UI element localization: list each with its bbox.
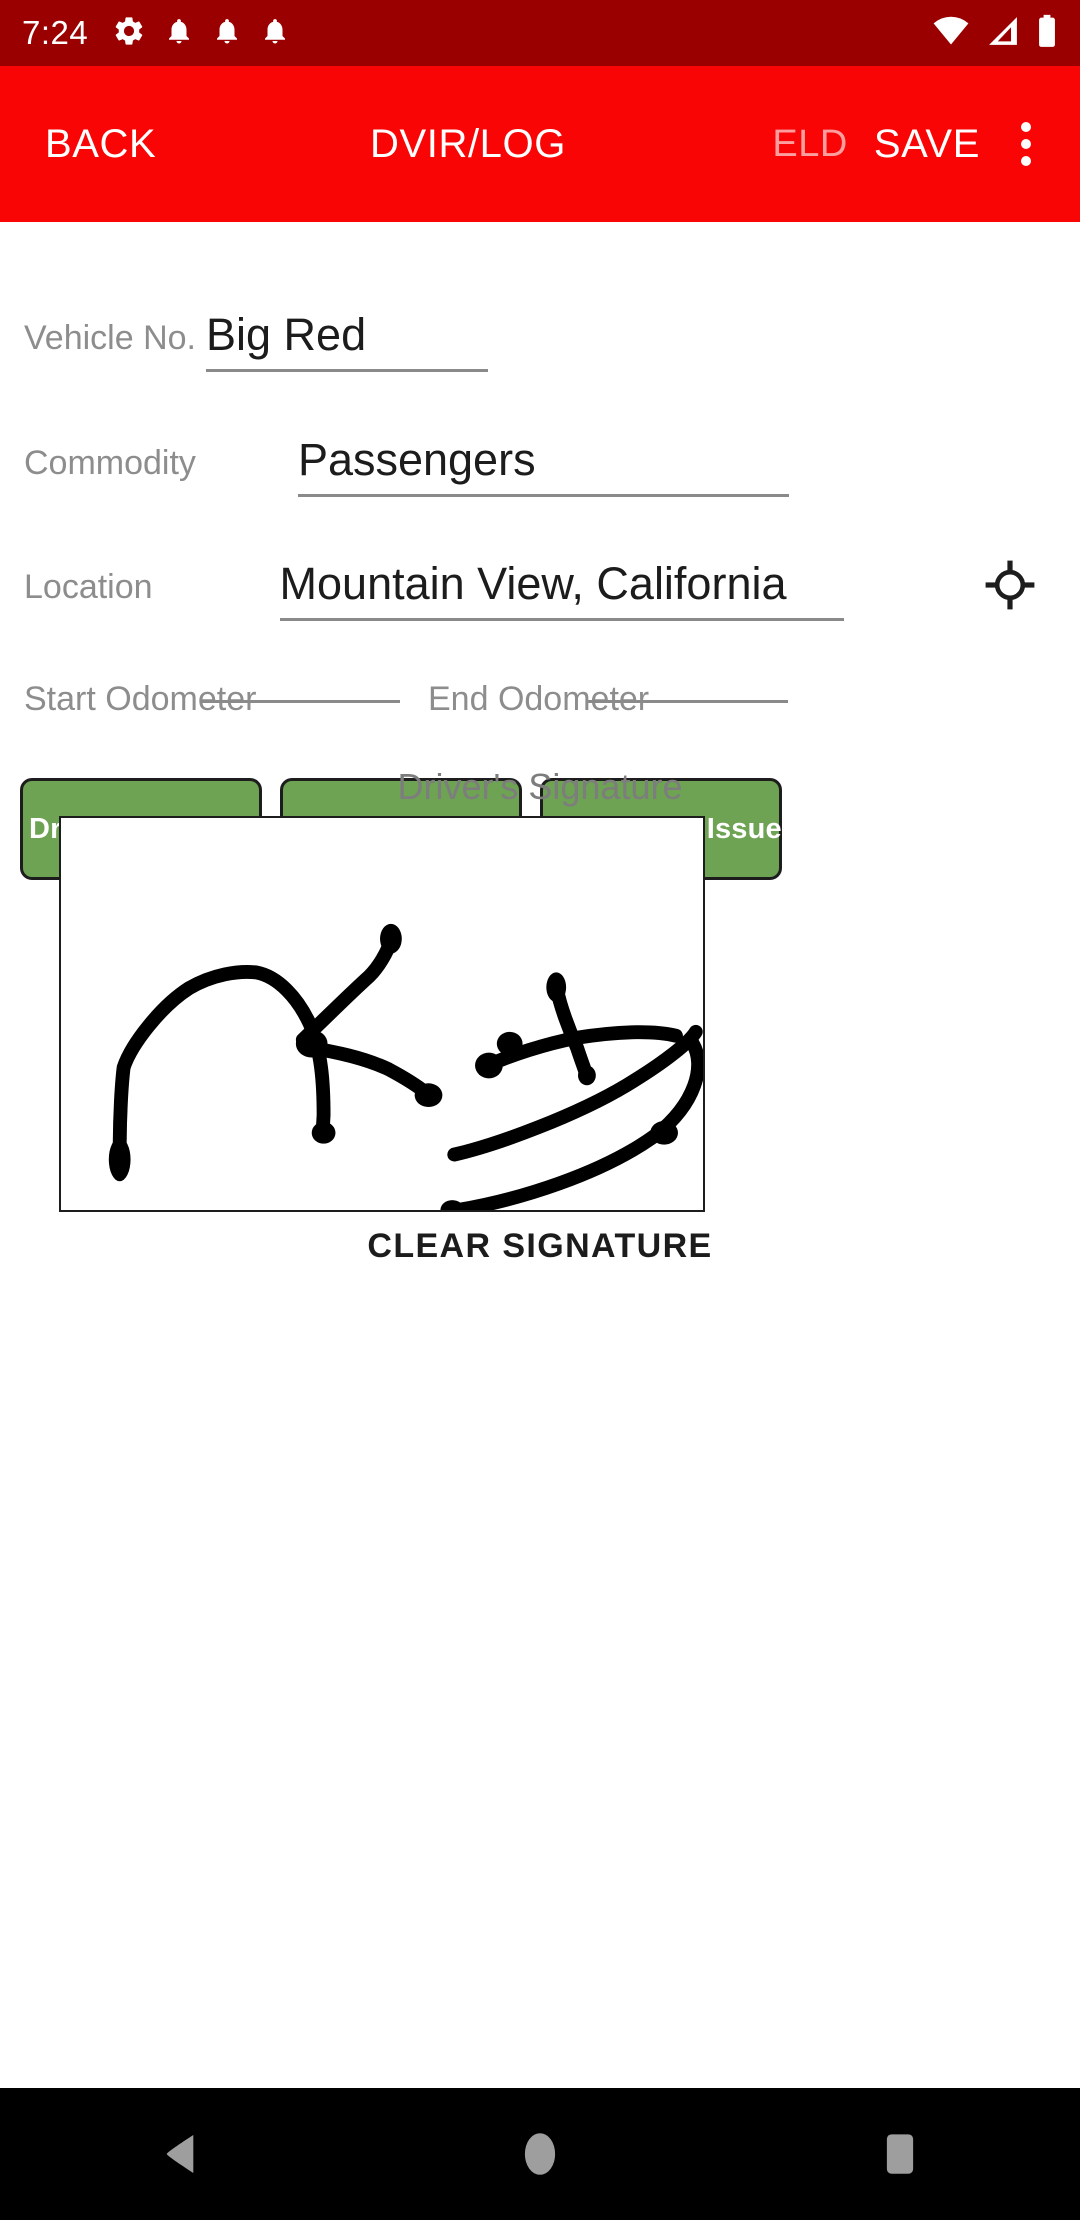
cellular-signal-icon bbox=[986, 15, 1020, 52]
ink-dot bbox=[546, 972, 567, 1003]
bell-icon bbox=[260, 15, 290, 52]
wifi-icon bbox=[932, 15, 970, 52]
ink-dot bbox=[578, 1065, 596, 1086]
status-bar-notification-icons bbox=[112, 14, 290, 53]
clear-signature-button[interactable]: CLEAR SIGNATURE bbox=[0, 1227, 1080, 1266]
commodity-input[interactable]: Passengers bbox=[297, 432, 789, 497]
more-vertical-icon[interactable] bbox=[1004, 116, 1048, 172]
app-bar: BACK DVIR/LOG ELD SAVE bbox=[0, 66, 1080, 222]
vehicle-number-row: Vehicle No. Big Red bbox=[24, 307, 488, 372]
system-navigation-bar bbox=[0, 2088, 1080, 2220]
start-odometer-group: Start Odometer bbox=[24, 677, 400, 721]
vehicle-number-input[interactable]: Big Red bbox=[206, 307, 488, 372]
end-odometer-input[interactable] bbox=[588, 699, 788, 703]
location-row: Location Mountain View, California bbox=[24, 556, 844, 621]
page-title: DVIR/LOG bbox=[370, 121, 566, 166]
ink-dot bbox=[496, 1031, 523, 1056]
odometer-row: Start Odometer End Odometer bbox=[24, 677, 1058, 721]
location-label: Location bbox=[24, 568, 153, 606]
commodity-row: Commodity Passengers bbox=[24, 432, 789, 497]
bell-icon bbox=[212, 15, 242, 52]
ink-dot bbox=[311, 1121, 336, 1144]
end-odometer-label: End Odometer bbox=[428, 680, 650, 718]
signature-title: Driver's Signature bbox=[397, 766, 683, 807]
bell-icon bbox=[164, 15, 194, 52]
app-screen: 7:24 BACK DVIR/LOG ELD SAVE Vehicle No. … bbox=[0, 0, 1080, 2220]
commodity-label: Commodity bbox=[24, 444, 196, 482]
gps-crosshair-icon[interactable] bbox=[984, 559, 1036, 616]
start-odometer-label: Start Odometer bbox=[24, 680, 257, 718]
status-bar-clock: 7:24 bbox=[22, 14, 89, 51]
status-bar-system-icons bbox=[932, 14, 1058, 53]
battery-icon bbox=[1036, 14, 1058, 53]
location-input[interactable]: Mountain View, California bbox=[279, 556, 844, 621]
circle-home-icon[interactable] bbox=[440, 2088, 640, 2220]
end-odometer-group: End Odometer bbox=[428, 677, 788, 721]
ink-dot bbox=[108, 1137, 131, 1182]
ink-dot bbox=[295, 1029, 328, 1058]
vehicle-number-label: Vehicle No. bbox=[24, 319, 196, 357]
triangle-back-icon[interactable] bbox=[80, 2088, 280, 2220]
ink-dot bbox=[414, 1083, 443, 1108]
save-button[interactable]: SAVE bbox=[874, 122, 980, 167]
start-odometer-input[interactable] bbox=[200, 699, 400, 703]
ink-dot bbox=[650, 1120, 678, 1145]
ink-dot bbox=[475, 1052, 503, 1079]
eld-button[interactable]: ELD bbox=[772, 123, 847, 166]
status-bar: 7:24 bbox=[0, 0, 1080, 66]
signature-strokes bbox=[108, 923, 703, 1210]
square-recents-icon[interactable] bbox=[800, 2088, 1000, 2220]
back-button[interactable]: BACK bbox=[45, 122, 156, 167]
signature-pad[interactable] bbox=[59, 816, 705, 1212]
app-bar-actions: ELD SAVE bbox=[772, 116, 1060, 172]
gear-icon bbox=[112, 14, 146, 53]
ink-dot bbox=[440, 1200, 465, 1210]
ink-dot bbox=[380, 923, 402, 954]
